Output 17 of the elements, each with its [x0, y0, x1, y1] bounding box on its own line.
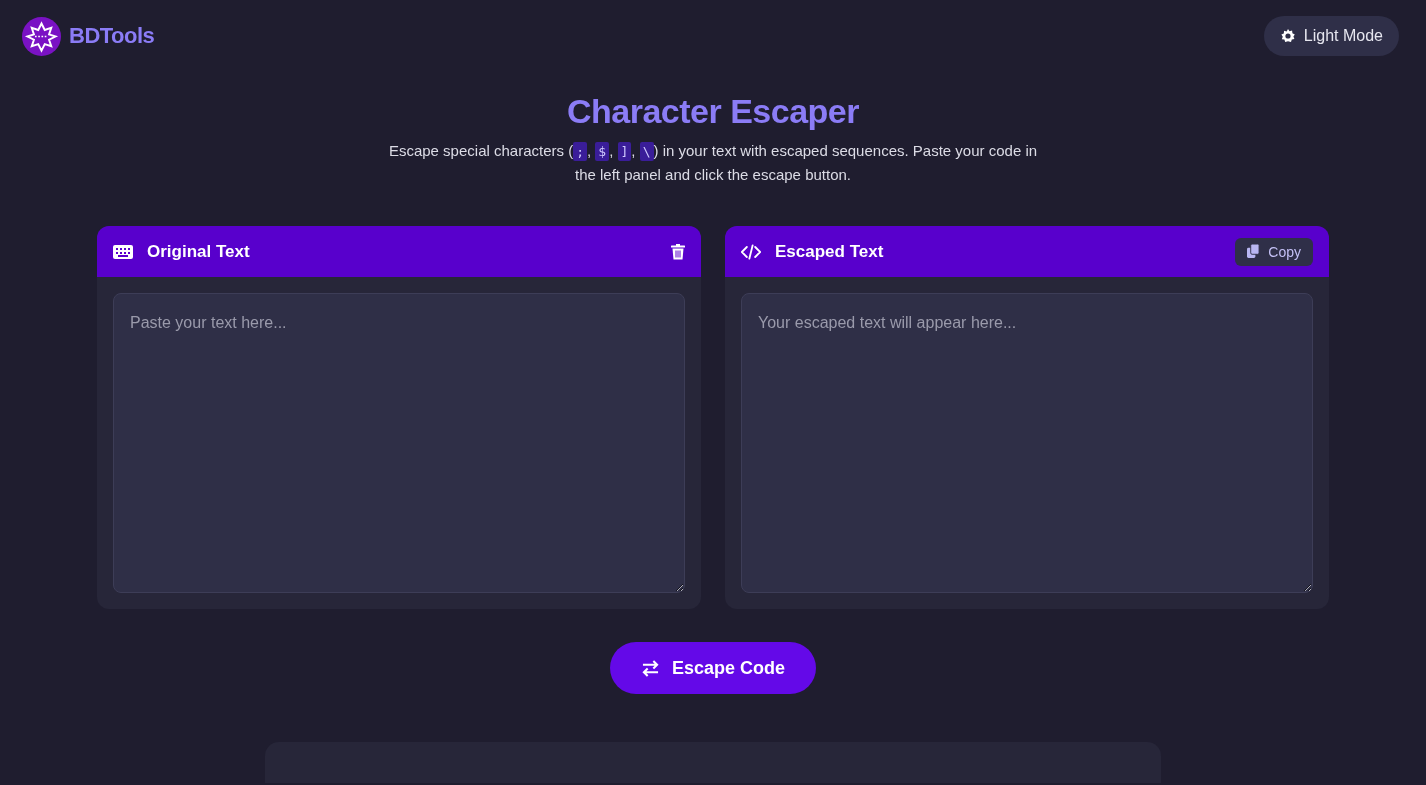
text-area[interactable]: Your escaped text will appear here...: [741, 293, 1313, 593]
theme-toggle-button[interactable]: Light Mode: [1263, 16, 1399, 56]
page-description: Escape special characters ( ; , $ , ] , \ ) in your text with escaped sequences. Paste your code in the left panel and click the escape button.: [388, 141, 1038, 185]
page-title: Character Escaper: [567, 92, 859, 131]
panel-title: Escaped Text: [775, 241, 884, 262]
panel-title: Original Text: [147, 241, 250, 262]
keyboard-icon: [113, 243, 133, 260]
text-area[interactable]: Paste your text here...: [113, 293, 685, 593]
copy-icon: [1247, 244, 1261, 259]
trash-icon[interactable]: [671, 243, 685, 260]
swap-arrows-icon: [640, 659, 660, 677]
logo-icon: [22, 16, 61, 56]
escape-code-button[interactable]: Escape Code: [609, 642, 816, 694]
brand-name[interactable]: BDTools: [69, 23, 155, 49]
copy-button[interactable]: Copy: [1235, 237, 1313, 266]
gear-icon: [1279, 28, 1296, 44]
code-icon: [741, 243, 761, 260]
